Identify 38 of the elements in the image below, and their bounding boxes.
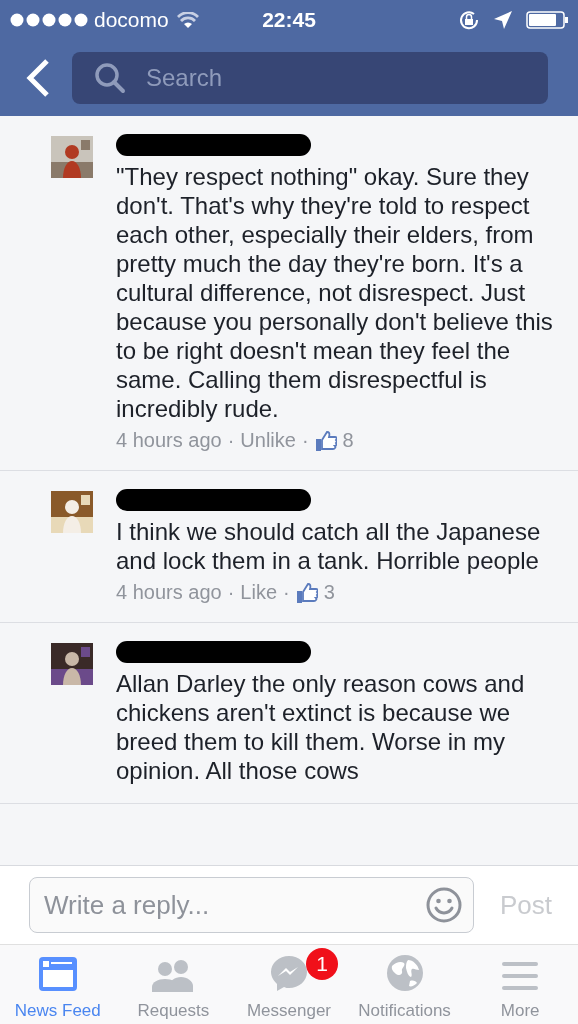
tab-bar-item[interactable]: More (462, 945, 578, 1024)
signal-icon (10, 13, 88, 27)
wifi-icon (176, 12, 199, 28)
back-icon[interactable] (26, 59, 50, 97)
comment-text: I think we should catch all the Japanese and lock them in a tank. Horrible people (116, 517, 542, 575)
like-count: 3 (323, 581, 335, 604)
like-count: 8 (342, 429, 354, 452)
comment-text: Allan Darley the only reason cows and chickens aren't extinct is because we breed them to kill them. Worse in my opinion. All those cows (116, 669, 526, 785)
separator-dot: · (301, 429, 309, 452)
clock-time: 22:45 (262, 8, 316, 32)
tab-bar-item[interactable]: News Feed (0, 945, 116, 1024)
like-link[interactable]: Unlike (240, 429, 296, 452)
search-field[interactable]: Search (72, 52, 548, 104)
carrier-name: docomo (94, 8, 169, 32)
tab-bar-item[interactable]: 1 Messenger (231, 945, 347, 1024)
reply-field[interactable]: Write a reply... (29, 877, 474, 933)
separator-dot: · (227, 429, 235, 452)
battery-icon (526, 11, 568, 29)
news-feed-icon (37, 956, 78, 992)
people-icon (151, 958, 196, 992)
separator-dot: · (283, 581, 290, 604)
search-icon (94, 62, 126, 94)
comment-text: "They respect nothing" okay. Sure they don't. That's why they're told to respect each other, especially their elders, from pretty much the day they're born. It's a cultural difference, not disrespect. Just because you personally don't believe this to be right doesn't mean they feel the same. Calling them disrespectful is incredibly rude. (116, 162, 554, 423)
location-arrow-icon (494, 11, 512, 29)
messenger-icon (270, 954, 308, 992)
rotation-lock-icon (458, 9, 480, 31)
comment-time: 4 hours ago (116, 429, 222, 452)
globe-icon (385, 954, 424, 992)
tab-bar-item[interactable]: Notifications (346, 945, 463, 1024)
thumbs-up-icon (295, 581, 318, 604)
like-link[interactable]: Like (240, 581, 277, 604)
tab-bar-item[interactable]: Requests (115, 945, 232, 1024)
notification-badge: 1 (306, 948, 338, 980)
separator-dot: · (227, 581, 235, 604)
smiley-icon[interactable] (425, 887, 462, 923)
thumbs-up-icon (314, 429, 337, 452)
menu-icon (501, 960, 540, 992)
comment-time: 4 hours ago (116, 581, 222, 604)
